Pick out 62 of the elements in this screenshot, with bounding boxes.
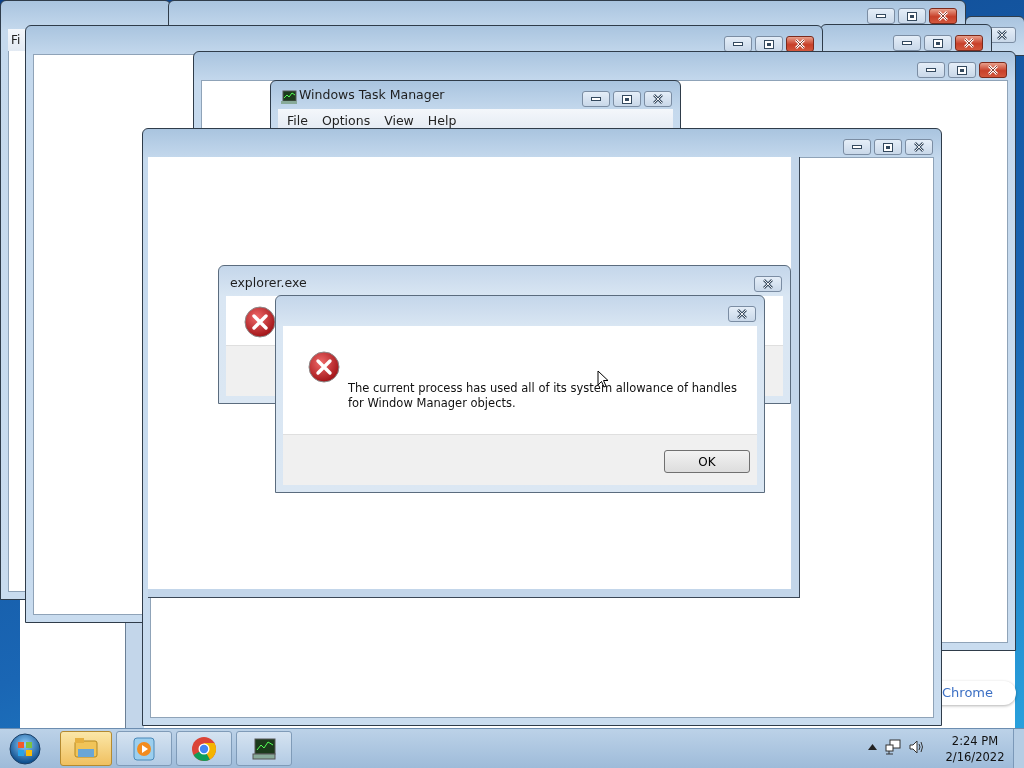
maximize-button[interactable] (924, 35, 952, 51)
close-icon (963, 38, 975, 48)
close-button[interactable] (644, 91, 672, 107)
minimize-button[interactable] (917, 62, 945, 78)
minimize-icon (733, 41, 743, 47)
volume-icon[interactable] (909, 739, 925, 755)
chrome-icon (190, 734, 218, 763)
maximize-icon (957, 65, 967, 75)
close-icon (996, 30, 1008, 40)
ok-button[interactable]: OK (664, 450, 750, 473)
close-icon (794, 39, 806, 49)
minimize-icon (926, 67, 936, 73)
task-manager-icon (281, 90, 297, 104)
media-player-icon (130, 734, 158, 763)
maximize-button[interactable] (898, 8, 926, 24)
close-icon (987, 65, 999, 75)
menu-item[interactable]: Fi (9, 29, 23, 51)
window-title: Windows Task Manager (299, 87, 445, 102)
start-button[interactable] (7, 732, 43, 766)
minimize-button[interactable] (843, 139, 871, 155)
minimize-button[interactable] (724, 36, 752, 52)
close-button[interactable] (786, 36, 814, 52)
minimize-button[interactable] (867, 8, 895, 24)
taskbar-button[interactable] (236, 731, 292, 766)
error-icon (244, 306, 276, 338)
menu-item[interactable]: File (282, 109, 313, 131)
close-button[interactable] (905, 139, 933, 155)
maximize-icon (764, 39, 774, 49)
close-icon (913, 142, 925, 152)
maximize-button[interactable] (755, 36, 783, 52)
maximize-button[interactable] (613, 91, 641, 107)
clock[interactable]: 2:24 PM 2/16/2022 (940, 733, 1010, 765)
windows-logo-icon (7, 732, 43, 766)
network-icon[interactable] (885, 739, 901, 755)
menu-item[interactable]: Options (316, 109, 376, 131)
minimize-button[interactable] (893, 35, 921, 51)
close-button[interactable] (929, 8, 957, 24)
minimize-button[interactable] (582, 91, 610, 107)
minimize-icon (852, 144, 862, 150)
window-title: explorer.exe (230, 275, 307, 290)
close-button[interactable] (979, 62, 1007, 78)
close-icon (762, 279, 774, 289)
minimize-icon (902, 40, 912, 46)
maximize-button[interactable] (874, 139, 902, 155)
error-message: The current process has used all of its system allowance of handles for Window Manager objects. (348, 381, 738, 411)
menu-item[interactable]: View (379, 109, 419, 131)
error-icon (308, 351, 340, 383)
maximize-button[interactable] (948, 62, 976, 78)
close-button[interactable] (955, 35, 983, 51)
close-icon (937, 11, 949, 21)
maximize-icon (933, 38, 943, 48)
close-button[interactable] (728, 306, 756, 322)
close-button[interactable] (754, 276, 782, 292)
menu-item[interactable]: Help (422, 109, 462, 131)
close-icon (652, 94, 664, 104)
minimize-icon (876, 13, 886, 19)
maximize-icon (622, 94, 632, 104)
show-hidden-icons-icon[interactable] (868, 744, 877, 750)
close-icon (736, 309, 748, 319)
maximize-icon (883, 142, 893, 152)
minimize-icon (591, 96, 601, 102)
maximize-icon (907, 11, 917, 21)
